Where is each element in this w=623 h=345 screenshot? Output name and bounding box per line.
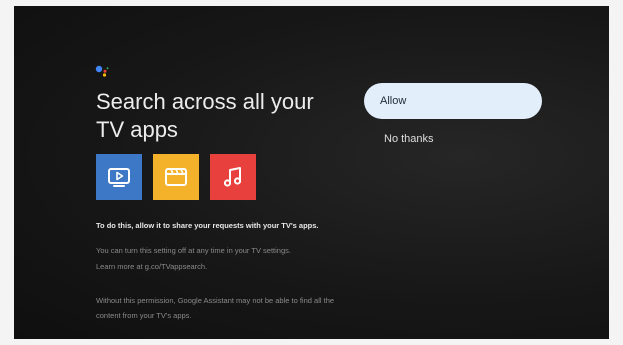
- google-assistant-logo-icon: [95, 65, 109, 77]
- movies-app-tile: [153, 154, 199, 200]
- permission-screen: Search across all your TV apps To do thi…: [14, 6, 609, 339]
- music-note-icon: [223, 167, 242, 187]
- allow-button[interactable]: Allow: [364, 83, 542, 119]
- app-icons-row: [96, 154, 256, 200]
- clapperboard-icon: [165, 168, 187, 186]
- tv-play-icon: [108, 168, 130, 187]
- music-app-tile: [210, 154, 256, 200]
- description-primary: To do this, allow it to share your reque…: [96, 221, 319, 230]
- tv-app-tile: [96, 154, 142, 200]
- description-settings-note: You can turn this setting off at any tim…: [96, 246, 291, 255]
- description-permission-note: Without this permission, Google Assistan…: [96, 296, 335, 320]
- page-title: Search across all your TV apps: [96, 89, 314, 142]
- description-learn-more: Learn more at g.co/TVappsearch.: [96, 262, 208, 271]
- no-thanks-button[interactable]: No thanks: [364, 127, 542, 151]
